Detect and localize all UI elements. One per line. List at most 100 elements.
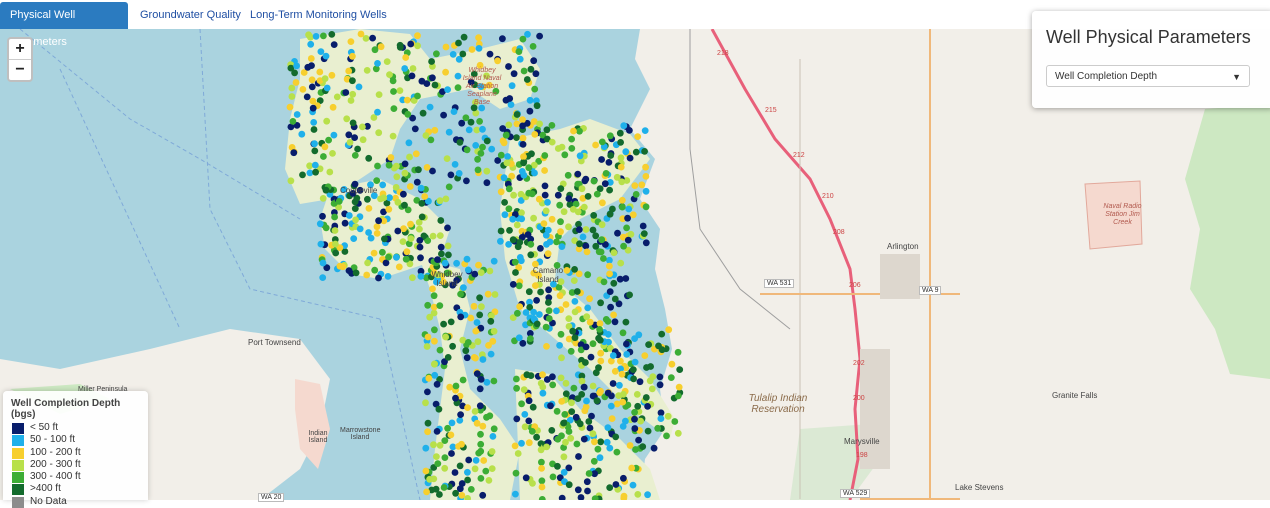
well-point[interactable] <box>616 381 623 389</box>
well-point[interactable] <box>580 203 588 211</box>
well-point[interactable] <box>558 432 565 440</box>
well-point[interactable] <box>332 249 340 257</box>
well-point[interactable] <box>674 348 682 356</box>
well-point[interactable] <box>328 71 336 79</box>
well-point[interactable] <box>640 230 648 238</box>
well-point[interactable] <box>382 259 390 267</box>
well-point[interactable] <box>343 115 351 123</box>
well-point[interactable] <box>526 96 534 104</box>
well-point[interactable] <box>349 52 356 60</box>
well-point[interactable] <box>407 220 414 228</box>
well-point[interactable] <box>433 380 441 388</box>
well-point[interactable] <box>333 93 341 101</box>
well-point[interactable] <box>479 143 486 151</box>
well-point[interactable] <box>375 217 382 225</box>
well-point[interactable] <box>458 119 466 127</box>
well-point[interactable] <box>512 269 519 276</box>
well-point[interactable] <box>328 31 336 38</box>
well-point[interactable] <box>401 201 408 209</box>
well-point[interactable] <box>452 382 460 390</box>
well-point[interactable] <box>657 415 665 422</box>
well-point[interactable] <box>658 330 666 338</box>
well-point[interactable] <box>525 417 533 425</box>
well-point[interactable] <box>570 384 578 392</box>
well-point[interactable] <box>317 48 325 55</box>
well-point[interactable] <box>477 440 485 448</box>
well-point[interactable] <box>597 299 604 307</box>
well-point[interactable] <box>309 104 317 112</box>
well-point[interactable] <box>545 315 553 322</box>
well-point[interactable] <box>618 203 626 211</box>
well-point[interactable] <box>475 34 482 42</box>
well-point[interactable] <box>505 63 512 70</box>
well-point[interactable] <box>423 343 431 350</box>
well-point[interactable] <box>477 430 484 438</box>
well-point[interactable] <box>592 141 599 149</box>
well-point[interactable] <box>444 242 452 250</box>
well-point[interactable] <box>437 243 445 251</box>
well-point[interactable] <box>363 271 371 279</box>
well-point[interactable] <box>531 85 539 93</box>
well-point[interactable] <box>607 152 615 159</box>
well-point[interactable] <box>440 320 447 328</box>
well-point[interactable] <box>606 186 613 194</box>
well-point[interactable] <box>514 309 521 317</box>
well-point[interactable] <box>431 371 439 379</box>
well-point[interactable] <box>513 111 521 118</box>
well-point[interactable] <box>616 129 624 137</box>
well-point[interactable] <box>429 74 436 82</box>
well-point[interactable] <box>365 205 373 212</box>
well-point[interactable] <box>322 224 330 232</box>
well-point[interactable] <box>449 51 457 58</box>
well-point[interactable] <box>445 183 453 191</box>
well-point[interactable] <box>623 224 630 232</box>
well-point[interactable] <box>288 84 296 92</box>
well-point[interactable] <box>488 145 496 153</box>
well-point[interactable] <box>574 486 582 494</box>
well-point[interactable] <box>541 191 549 199</box>
well-point[interactable] <box>435 405 443 413</box>
well-point[interactable] <box>502 131 510 139</box>
well-point[interactable] <box>396 41 404 49</box>
well-point[interactable] <box>602 316 610 323</box>
well-point[interactable] <box>441 259 449 267</box>
well-point[interactable] <box>394 227 402 235</box>
well-point[interactable] <box>452 394 459 402</box>
well-point[interactable] <box>400 190 407 198</box>
well-point[interactable] <box>604 389 612 397</box>
well-point[interactable] <box>459 50 467 58</box>
well-point[interactable] <box>407 235 415 243</box>
well-point[interactable] <box>317 240 325 248</box>
well-point[interactable] <box>589 226 597 234</box>
well-point[interactable] <box>648 385 656 393</box>
well-point[interactable] <box>557 374 565 382</box>
well-point[interactable] <box>347 38 355 45</box>
well-point[interactable] <box>426 103 434 111</box>
tab-physical-well-parameters[interactable]: Physical Well Parameters <box>0 2 128 48</box>
well-point[interactable] <box>553 238 560 246</box>
well-point[interactable] <box>592 232 600 240</box>
well-point[interactable] <box>454 72 462 80</box>
well-point[interactable] <box>441 464 449 472</box>
well-point[interactable] <box>515 334 523 342</box>
well-point[interactable] <box>479 125 486 133</box>
well-point[interactable] <box>617 139 624 146</box>
well-point[interactable] <box>448 450 455 457</box>
well-point[interactable] <box>582 242 590 250</box>
well-point[interactable] <box>617 259 625 267</box>
well-point[interactable] <box>458 492 466 499</box>
well-point[interactable] <box>458 440 465 448</box>
well-point[interactable] <box>404 110 412 118</box>
well-point[interactable] <box>385 205 393 213</box>
well-point[interactable] <box>571 308 579 316</box>
well-point[interactable] <box>390 105 398 112</box>
well-point[interactable] <box>447 171 455 179</box>
well-point[interactable] <box>644 427 652 435</box>
well-point[interactable] <box>464 339 472 346</box>
well-point[interactable] <box>443 155 451 162</box>
well-point[interactable] <box>373 223 381 231</box>
well-point[interactable] <box>424 419 432 427</box>
well-point[interactable] <box>286 103 294 111</box>
well-point[interactable] <box>303 93 311 101</box>
well-point[interactable] <box>311 147 319 155</box>
